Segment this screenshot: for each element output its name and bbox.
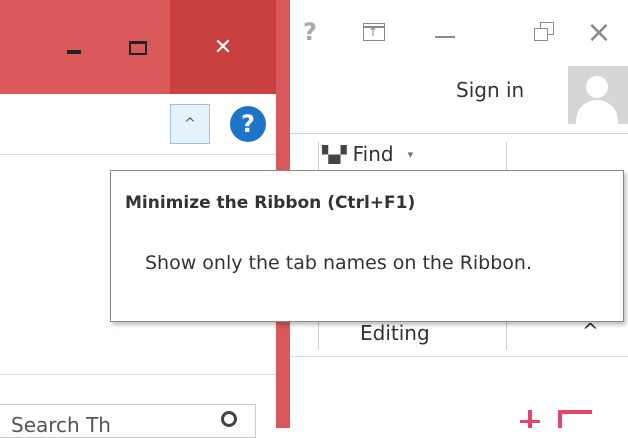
search-input[interactable]: Search Th	[0, 404, 256, 438]
close-icon: ×	[586, 14, 612, 50]
restore-button[interactable]	[520, 0, 570, 64]
help-button[interactable]: ?	[230, 106, 266, 142]
minimize-icon	[67, 50, 81, 54]
separator	[506, 142, 507, 172]
find-label: Find	[352, 142, 394, 166]
close-button[interactable]: ✕	[170, 0, 276, 94]
separator	[506, 320, 507, 350]
help-icon: ?	[241, 110, 255, 138]
ribbon-divider	[290, 133, 628, 134]
find-button[interactable]: ▚▞ Find ▾	[322, 142, 413, 166]
minimize-icon	[435, 36, 455, 38]
tooltip: Minimize the Ribbon (Ctrl+F1) Show only …	[110, 170, 624, 322]
separator	[318, 142, 319, 172]
minimize-button[interactable]	[50, 18, 98, 78]
maximize-button[interactable]	[114, 18, 162, 78]
chevron-up-icon: ^	[184, 116, 196, 132]
maximize-icon	[129, 41, 147, 55]
binoculars-icon: ▚▞	[322, 144, 347, 164]
avatar-icon	[586, 76, 608, 98]
ribbon-bottom-border	[290, 356, 628, 357]
tooltip-title: Minimize the Ribbon (Ctrl+F1)	[125, 193, 416, 213]
search-icon[interactable]	[221, 411, 237, 427]
minimize-button[interactable]	[420, 0, 470, 64]
ribbon-display-options-icon: ↑	[363, 23, 385, 41]
avatar[interactable]	[568, 66, 628, 124]
close-icon: ✕	[213, 34, 233, 60]
close-button[interactable]: ×	[578, 0, 620, 64]
restore-icon	[534, 22, 556, 42]
chevron-down-icon: ▾	[407, 147, 414, 161]
help-glyph: ?	[303, 18, 317, 46]
sign-in-link[interactable]: Sign in	[456, 78, 524, 102]
search-placeholder: Search Th	[11, 413, 111, 437]
divider	[0, 374, 276, 375]
group-label-editing: Editing	[360, 321, 430, 345]
help-icon[interactable]: ?	[295, 0, 325, 64]
tooltip-description: Show only the tab names on the Ribbon.	[145, 252, 533, 274]
chevron-up-icon[interactable]: ^	[582, 319, 599, 343]
decorative-mark	[508, 410, 600, 428]
separator	[318, 320, 319, 350]
collapse-ribbon-button[interactable]: ^	[170, 104, 210, 144]
ribbon-display-options-button[interactable]: ↑	[352, 0, 396, 64]
ribbon-display-options-glyph: ↑	[368, 25, 379, 39]
